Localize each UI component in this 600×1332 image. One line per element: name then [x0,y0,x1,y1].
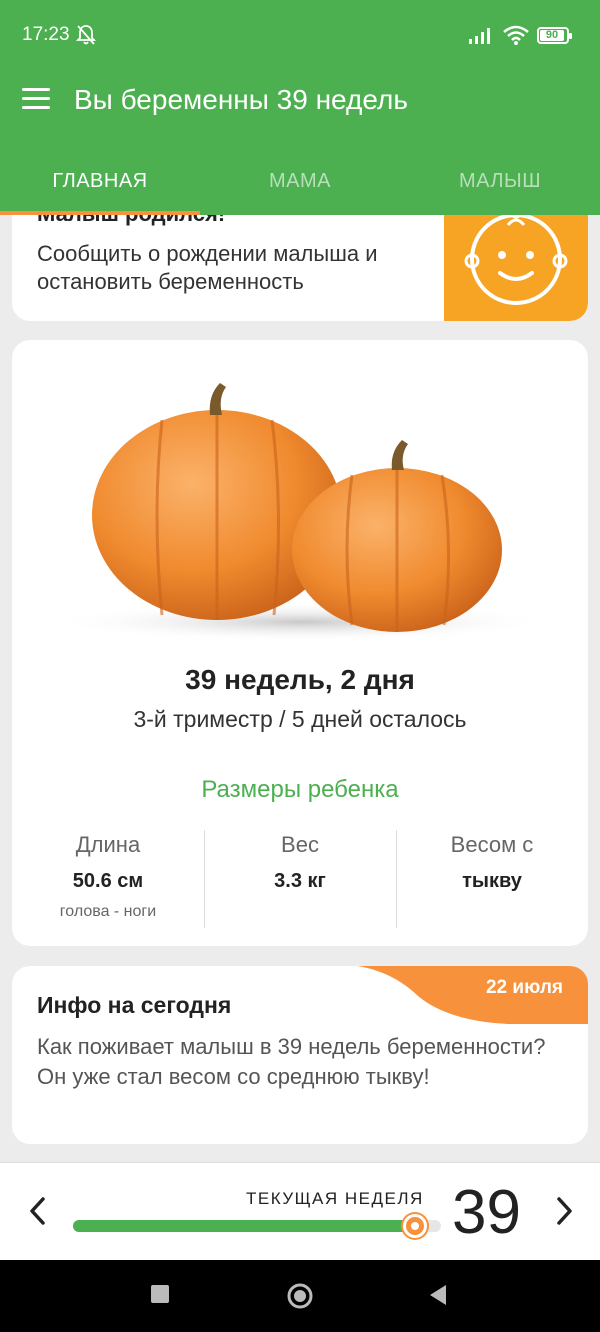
stat-compare-label: Весом с [450,832,534,857]
week-progress-fill [73,1220,416,1232]
stat-length-sub: голова - ноги [59,903,157,920]
week-text: 39 недель, 2 дня [185,664,415,695]
baby-born-description: Сообщить о рождении малыша и остановить … [37,241,378,294]
week-card: 39 недель, 2 дня 3-й триместр / 5 дней о… [12,340,588,946]
stat-length-label: Длина [75,832,141,857]
status-bar: 17:23 90 [0,0,600,70]
stat-length: Длина 50.6 см голова - ноги [12,828,204,930]
baby-stats: Длина 50.6 см голова - ноги Вес 3.3 кг В… [12,828,588,930]
signal-icon [469,28,490,44]
bell-muted-icon [76,25,96,45]
stat-length-value: 50.6 см [72,870,144,892]
page-title: Вы беременны 39 недель [74,84,408,115]
next-week-button[interactable] [552,1195,576,1227]
stat-weight-value: 3.3 кг [274,870,326,892]
tab-baby[interactable]: МАЛЫШ [400,150,600,215]
stat-compare: Весом с тыкву [396,828,588,930]
home-icon[interactable] [286,1282,314,1310]
recents-icon[interactable] [150,1284,170,1304]
info-text: Как поживает малыш в 39 недель беременно… [37,1034,546,1089]
wifi-icon [503,25,529,45]
status-time: 17:23 [22,24,70,45]
week-selector-bar: ТЕКУЩАЯ НЕДЕЛЯ 39 [0,1162,600,1260]
menu-button[interactable] [22,88,52,112]
trimester-text: 3-й триместр / 5 дней осталось [133,706,467,732]
info-card[interactable]: 22 июля Инфо на сегодня Как поживает мал… [12,966,588,1144]
stat-weight: Вес 3.3 кг [204,828,396,930]
battery-icon: 90 [537,27,572,44]
info-date: 22 июля [485,977,563,998]
current-week-label: ТЕКУЩАЯ НЕДЕЛЯ [246,1189,424,1208]
tab-main[interactable]: ГЛАВНАЯ [0,150,200,215]
menu-icon [22,88,50,91]
system-nav-bar [0,1260,600,1332]
info-title: Инфо на сегодня [37,992,232,1018]
current-week-number: 39 [452,1178,521,1247]
app-header: 17:23 90 Вы беременны 39 недель ГЛАВНАЯ … [0,0,600,215]
prev-week-button[interactable] [26,1195,50,1227]
stat-weight-label: Вес [281,832,319,857]
tab-mom[interactable]: МАМА [200,150,400,215]
week-progress-track[interactable] [73,1220,441,1232]
baby-sizes-title[interactable]: Размеры ребенка [12,776,588,804]
tab-bar: ГЛАВНАЯ МАМА МАЛЫШ [0,150,600,215]
battery-level: 90 [540,30,564,41]
week-slider-handle[interactable] [403,1214,428,1238]
stat-compare-value: тыкву [462,870,522,892]
back-icon[interactable] [428,1284,448,1306]
pumpkin-image [52,383,552,640]
